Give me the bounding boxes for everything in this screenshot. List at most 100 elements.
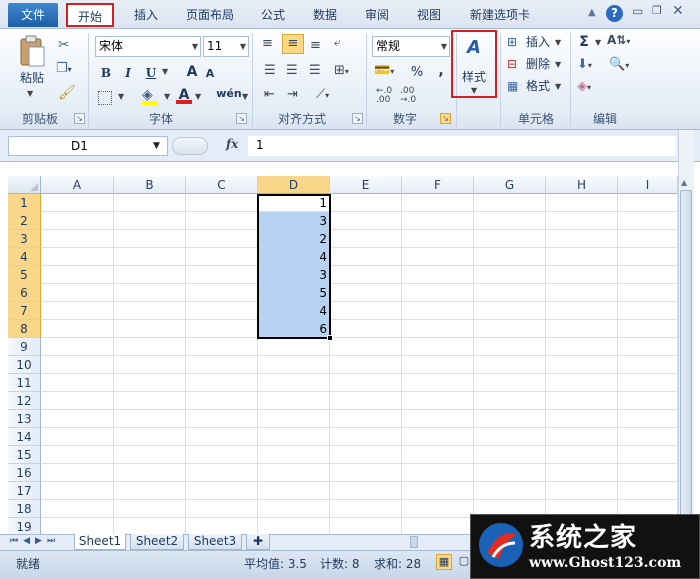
row-header-16[interactable]: 16: [8, 464, 41, 482]
autosum-button[interactable]: Σ: [577, 33, 591, 53]
row-header-6[interactable]: 6: [8, 284, 41, 302]
insert-cells-button[interactable]: 插入: [524, 33, 552, 53]
align-bottom-icon[interactable]: ≡: [310, 39, 321, 52]
sort-filter-icon[interactable]: A⇅▾: [607, 33, 630, 47]
row-header-4[interactable]: 4: [8, 248, 41, 266]
chevron-down-icon[interactable]: ▼: [555, 60, 561, 69]
row-header-3[interactable]: 3: [8, 230, 41, 248]
row-header-12[interactable]: 12: [8, 392, 41, 410]
wrap-text-icon[interactable]: ⤶: [334, 35, 341, 50]
tab-page-layout[interactable]: 页面布局: [178, 3, 242, 27]
scroll-thumb[interactable]: [680, 190, 692, 520]
italic-button[interactable]: I: [120, 64, 136, 84]
tab-insert[interactable]: 插入: [126, 3, 166, 27]
column-header-f[interactable]: F: [402, 176, 474, 194]
cut-icon[interactable]: ✂: [58, 37, 70, 53]
increase-indent-icon[interactable]: ⇥: [287, 87, 298, 102]
close-icon[interactable]: ✕: [672, 3, 688, 19]
delete-cells-button[interactable]: 删除: [524, 55, 552, 75]
phonetic-dropdown-icon[interactable]: ▼: [242, 92, 248, 101]
phonetic-button[interactable]: wén: [216, 85, 242, 105]
decrease-indent-icon[interactable]: ⇤: [264, 87, 275, 102]
underline-button[interactable]: U: [143, 64, 159, 84]
border-icon[interactable]: [98, 91, 112, 105]
tab-data[interactable]: 数据: [304, 3, 346, 27]
paste-button[interactable]: 粘贴: [16, 69, 48, 89]
row-header-8[interactable]: 8: [8, 320, 41, 338]
styles-button[interactable]: A 样式 ▼: [451, 30, 497, 98]
column-header-e[interactable]: E: [330, 176, 402, 194]
column-header-g[interactable]: G: [474, 176, 546, 194]
grow-font-button[interactable]: A: [185, 63, 199, 83]
alignment-launcher-icon[interactable]: ↘: [352, 113, 363, 124]
format-painter-icon[interactable]: 🖌: [58, 85, 76, 101]
row-header-2[interactable]: 2: [8, 212, 41, 230]
column-header-d[interactable]: D: [258, 176, 330, 194]
row-header-15[interactable]: 15: [8, 446, 41, 464]
paste-dropdown-icon[interactable]: ▼: [27, 89, 33, 98]
accounting-format-icon[interactable]: 💳▾: [374, 63, 394, 78]
column-header-a[interactable]: A: [41, 176, 114, 194]
tab-new-tab[interactable]: 新建选项卡: [460, 3, 540, 27]
number-format-combo[interactable]: 常规 ▼: [372, 36, 450, 57]
insert-function-button[interactable]: fx: [226, 137, 238, 151]
fill-icon[interactable]: ⬇▾: [577, 57, 592, 72]
chevron-down-icon[interactable]: ▼: [555, 38, 561, 47]
row-header-11[interactable]: 11: [8, 374, 41, 392]
sheet-tab-2[interactable]: Sheet2: [130, 534, 184, 550]
font-name-combo[interactable]: 宋体 ▼: [95, 36, 201, 57]
fill-color-icon[interactable]: ◈: [142, 87, 158, 105]
row-header-13[interactable]: 13: [8, 410, 41, 428]
tab-home[interactable]: 开始: [66, 3, 114, 27]
column-header-b[interactable]: B: [114, 176, 186, 194]
find-select-icon[interactable]: 🔍▾: [609, 57, 629, 72]
paste-icon[interactable]: [18, 35, 46, 69]
row-header-18[interactable]: 18: [8, 500, 41, 518]
row-header-9[interactable]: 9: [8, 338, 41, 356]
row-header-10[interactable]: 10: [8, 356, 41, 374]
column-header-h[interactable]: H: [546, 176, 618, 194]
align-right-icon[interactable]: ☰: [309, 63, 321, 78]
decrease-decimal-icon[interactable]: .00 →.0: [400, 87, 418, 105]
tab-formulas[interactable]: 公式: [252, 3, 294, 27]
row-header-14[interactable]: 14: [8, 428, 41, 446]
font-color-button[interactable]: A: [176, 86, 192, 106]
font-size-combo[interactable]: 11 ▼: [203, 36, 249, 57]
align-left-icon[interactable]: ☰: [264, 63, 276, 78]
fill-handle[interactable]: [327, 335, 333, 341]
percent-button[interactable]: %: [410, 64, 424, 84]
help-icon[interactable]: ?: [606, 5, 623, 22]
collapse-ribbon-icon[interactable]: ▲: [588, 7, 596, 18]
chevron-down-icon[interactable]: ▼: [595, 38, 601, 47]
tab-review[interactable]: 审阅: [356, 3, 398, 27]
font-color-dropdown-icon[interactable]: ▼: [195, 92, 201, 101]
horizontal-scroll-splitter[interactable]: [410, 536, 418, 548]
copy-icon[interactable]: ❐▾: [56, 61, 72, 76]
font-launcher-icon[interactable]: ↘: [236, 113, 247, 124]
sheet-tab-3[interactable]: Sheet3: [188, 534, 242, 550]
number-launcher-icon[interactable]: ↘: [440, 113, 451, 124]
fill-color-dropdown-icon[interactable]: ▼: [164, 92, 170, 101]
restore-icon[interactable]: ❐: [652, 5, 666, 19]
format-cells-button[interactable]: 格式: [524, 77, 552, 97]
orientation-icon[interactable]: ⟋▾: [316, 87, 329, 102]
new-sheet-icon[interactable]: ✚: [246, 534, 270, 550]
row-header-7[interactable]: 7: [8, 302, 41, 320]
select-all-corner[interactable]: [8, 176, 41, 194]
formula-input[interactable]: 1: [248, 136, 676, 156]
increase-decimal-icon[interactable]: ←.0.00: [376, 87, 394, 105]
shrink-font-button[interactable]: A: [204, 65, 216, 85]
clipboard-launcher-icon[interactable]: ↘: [74, 113, 85, 124]
minimize-icon[interactable]: ▭: [632, 5, 646, 19]
row-header-5[interactable]: 5: [8, 266, 41, 284]
tab-file[interactable]: 文件: [8, 3, 58, 27]
align-top-icon[interactable]: ≡: [262, 37, 273, 50]
comma-button[interactable]: ,: [436, 62, 446, 82]
chevron-down-icon[interactable]: ▼: [555, 82, 561, 91]
align-middle-icon[interactable]: ≡: [282, 34, 304, 54]
border-dropdown-icon[interactable]: ▼: [118, 92, 124, 101]
row-header-17[interactable]: 17: [8, 482, 41, 500]
sheet-navigation-icons[interactable]: ⏮◀▶⏭: [10, 536, 60, 546]
bold-button[interactable]: B: [98, 64, 114, 84]
scroll-up-icon[interactable]: ▲: [681, 178, 687, 187]
